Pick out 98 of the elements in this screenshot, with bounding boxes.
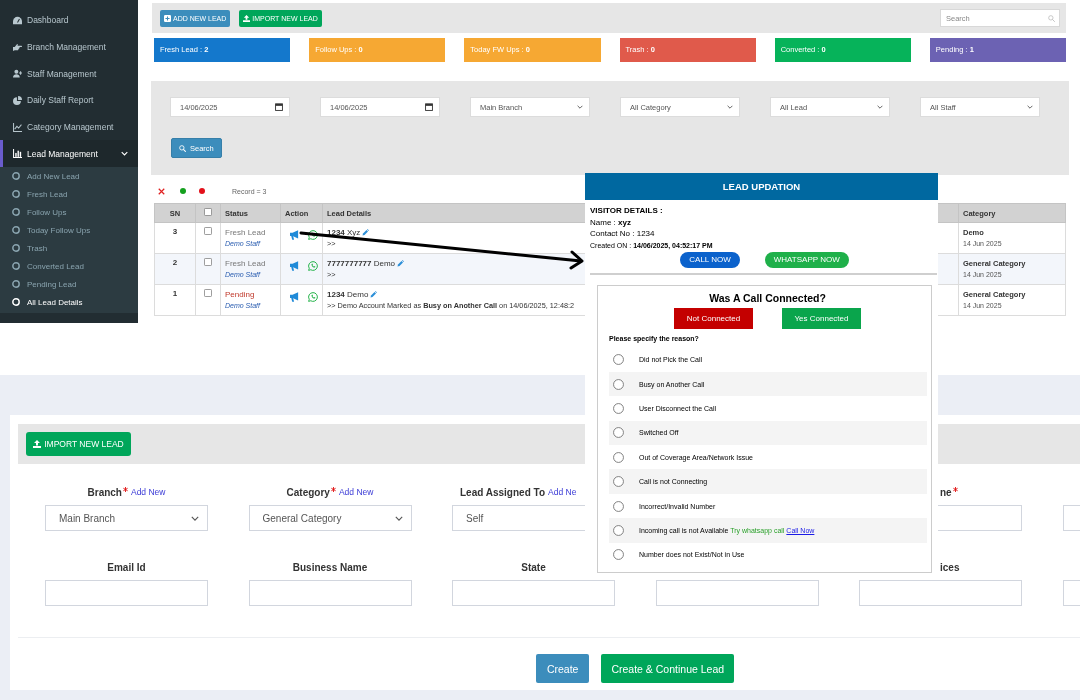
radio-button[interactable] [613,451,624,463]
user-plus-icon [13,69,22,79]
add-new-link[interactable]: Add New [130,487,166,497]
checkbox[interactable] [204,258,212,266]
status-text: Fresh Lead [225,227,266,238]
field-label: State [521,561,546,573]
chevron-down-icon [394,515,403,521]
lead-title: 1234 Xyz [327,227,361,238]
line-chart-icon [13,122,22,132]
input-field[interactable] [45,580,208,606]
call-now-button[interactable]: CALL NOW [680,251,740,268]
pointing-hand-icon [13,42,22,52]
circle-icon [12,298,20,307]
chat-phone-icon[interactable] [308,230,318,240]
radio-button[interactable] [613,476,624,488]
checkbox[interactable] [204,289,212,297]
chevron-down-icon [577,105,583,109]
pencil-icon[interactable] [370,291,378,298]
upload-icon [33,440,42,448]
submenu-item[interactable]: Add New Lead [0,167,138,186]
status-text: Pending [225,289,255,300]
question-text: Was A Call Connected? [708,290,827,305]
sidebar-item[interactable]: Category Management [0,113,138,141]
serial-number: 2 [172,258,178,267]
circle-icon [12,208,20,217]
chevron-down-icon [877,105,883,109]
submenu-item[interactable]: All Lead Details [0,293,138,312]
select-field[interactable]: Main Branch [45,505,208,531]
sidebar-item[interactable]: Lead Management [0,140,138,168]
field-label: Category [286,486,330,498]
search-icon [179,144,186,152]
checkbox[interactable] [204,227,212,235]
radio-button[interactable] [613,524,624,536]
circle-icon [12,244,20,253]
sidebar-item[interactable]: Dashboard [0,7,138,34]
megaphone-icon[interactable] [290,261,300,271]
bar-chart-icon [13,149,22,159]
input-field[interactable] [655,580,819,606]
radio-button[interactable] [613,427,624,439]
radio-button[interactable] [613,402,624,414]
radio-button[interactable] [613,354,624,366]
field-label: Email Id [107,561,146,573]
field-label: Business Name [292,561,368,573]
input-field[interactable] [248,580,412,606]
create-button[interactable]: Create [535,654,590,683]
megaphone-icon[interactable] [290,292,300,302]
field-label: ices [940,561,960,573]
plus-square-icon [164,14,171,22]
circle-icon [12,190,20,199]
add-new-link[interactable]: Add New [338,487,374,497]
lead-title: 7777777777 Demo [327,258,396,269]
submenu-item[interactable]: Trash [0,239,138,258]
field-label: ne [940,486,952,498]
circle-icon [12,280,20,289]
submenu-item[interactable]: Pending Lead [0,275,138,294]
calendar-icon [275,103,283,111]
sidebar-item[interactable]: Staff Management [0,60,138,88]
circle-icon [12,172,20,181]
radio-button[interactable] [613,378,624,390]
circle-icon [12,226,20,235]
serial-number: 1 [172,289,178,298]
radio-button[interactable] [613,549,624,561]
submenu-item[interactable]: Fresh Lead [0,185,138,204]
add-new-link[interactable]: Add Ne [548,487,577,497]
chevron-down-icon [191,515,199,521]
not-connected-button[interactable]: Not Connected [674,307,753,329]
visitor-contact: Contact No : 1234 [590,228,655,240]
checkbox[interactable] [204,208,212,216]
lead-title: 1234 Demo [327,289,369,300]
status-dot-icon[interactable] [199,188,205,194]
search-icon [1048,14,1055,22]
field-label: Branch [87,486,122,498]
section-heading: VISITOR DETAILS : [590,205,663,217]
status-dot-icon[interactable] [180,188,186,194]
submenu-item[interactable]: Converted Lead [0,257,138,276]
pencil-icon[interactable] [362,229,370,236]
dialog-title: LEAD UPDATION [585,173,938,200]
sidebar-item[interactable]: Branch Management [0,33,138,61]
pie-chart-icon [13,95,22,105]
calendar-icon [425,103,433,111]
gauge-icon [13,15,22,25]
chevron-down-icon [727,105,733,109]
upload-icon [243,14,251,22]
megaphone-icon[interactable] [290,230,300,240]
x-mark-icon[interactable] [158,187,165,195]
submenu-item[interactable]: Today Follow Ups [0,221,138,240]
sidebar-item[interactable]: Daily Staff Report [0,87,138,114]
input-field[interactable] [452,580,615,606]
input-field[interactable] [859,580,1022,606]
chevron-down-icon [1027,105,1033,109]
serial-number: 3 [172,227,178,236]
status-text: Fresh Lead [225,258,266,269]
select-field[interactable]: General Category [248,505,412,531]
radio-button[interactable] [613,500,624,512]
circle-icon [12,262,20,271]
submenu-item[interactable]: Follow Ups [0,203,138,222]
field-label: Lead Assigned To [460,486,545,498]
pencil-icon[interactable] [397,260,405,267]
